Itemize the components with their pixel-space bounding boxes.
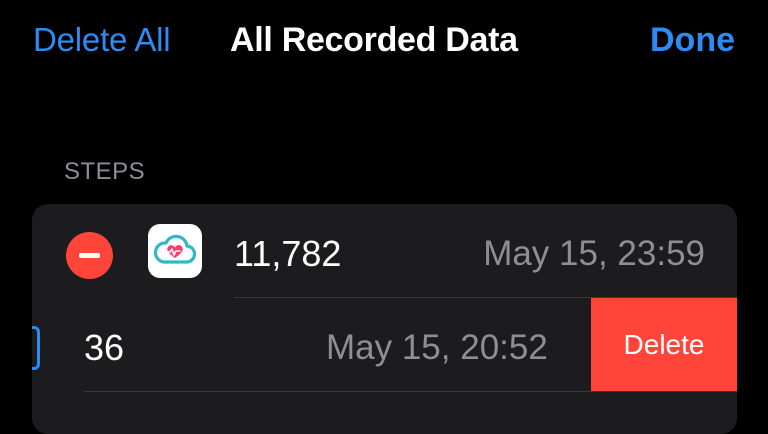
swipe-delete-button[interactable]: Delete bbox=[591, 298, 737, 392]
health-cloud-heart-icon bbox=[148, 224, 202, 278]
list-item[interactable]: 11,782 May 15, 23:59 bbox=[32, 204, 737, 298]
step-count-value: 36 bbox=[84, 327, 125, 368]
cloud-heart-icon bbox=[153, 234, 197, 264]
done-button[interactable]: Done bbox=[650, 20, 735, 60]
navigation-bar: Delete All All Recorded Data Done bbox=[0, 0, 768, 80]
step-count-value: 11,782 bbox=[234, 233, 342, 274]
section-header-steps: STEPS bbox=[64, 158, 146, 185]
app-icon-edge bbox=[32, 326, 40, 370]
recorded-data-list: 11,782 May 15, 23:59 36 May 15, 20:52 De… bbox=[32, 204, 737, 434]
delete-all-button[interactable]: Delete All bbox=[33, 20, 171, 60]
record-timestamp: May 15, 20:52 bbox=[326, 328, 548, 367]
record-timestamp: May 15, 23:59 bbox=[483, 234, 705, 273]
minus-circle-icon[interactable] bbox=[66, 232, 113, 279]
list-item[interactable]: 36 May 15, 20:52 Delete bbox=[32, 298, 737, 392]
page-title: All Recorded Data bbox=[230, 21, 518, 59]
row-divider bbox=[84, 391, 737, 392]
